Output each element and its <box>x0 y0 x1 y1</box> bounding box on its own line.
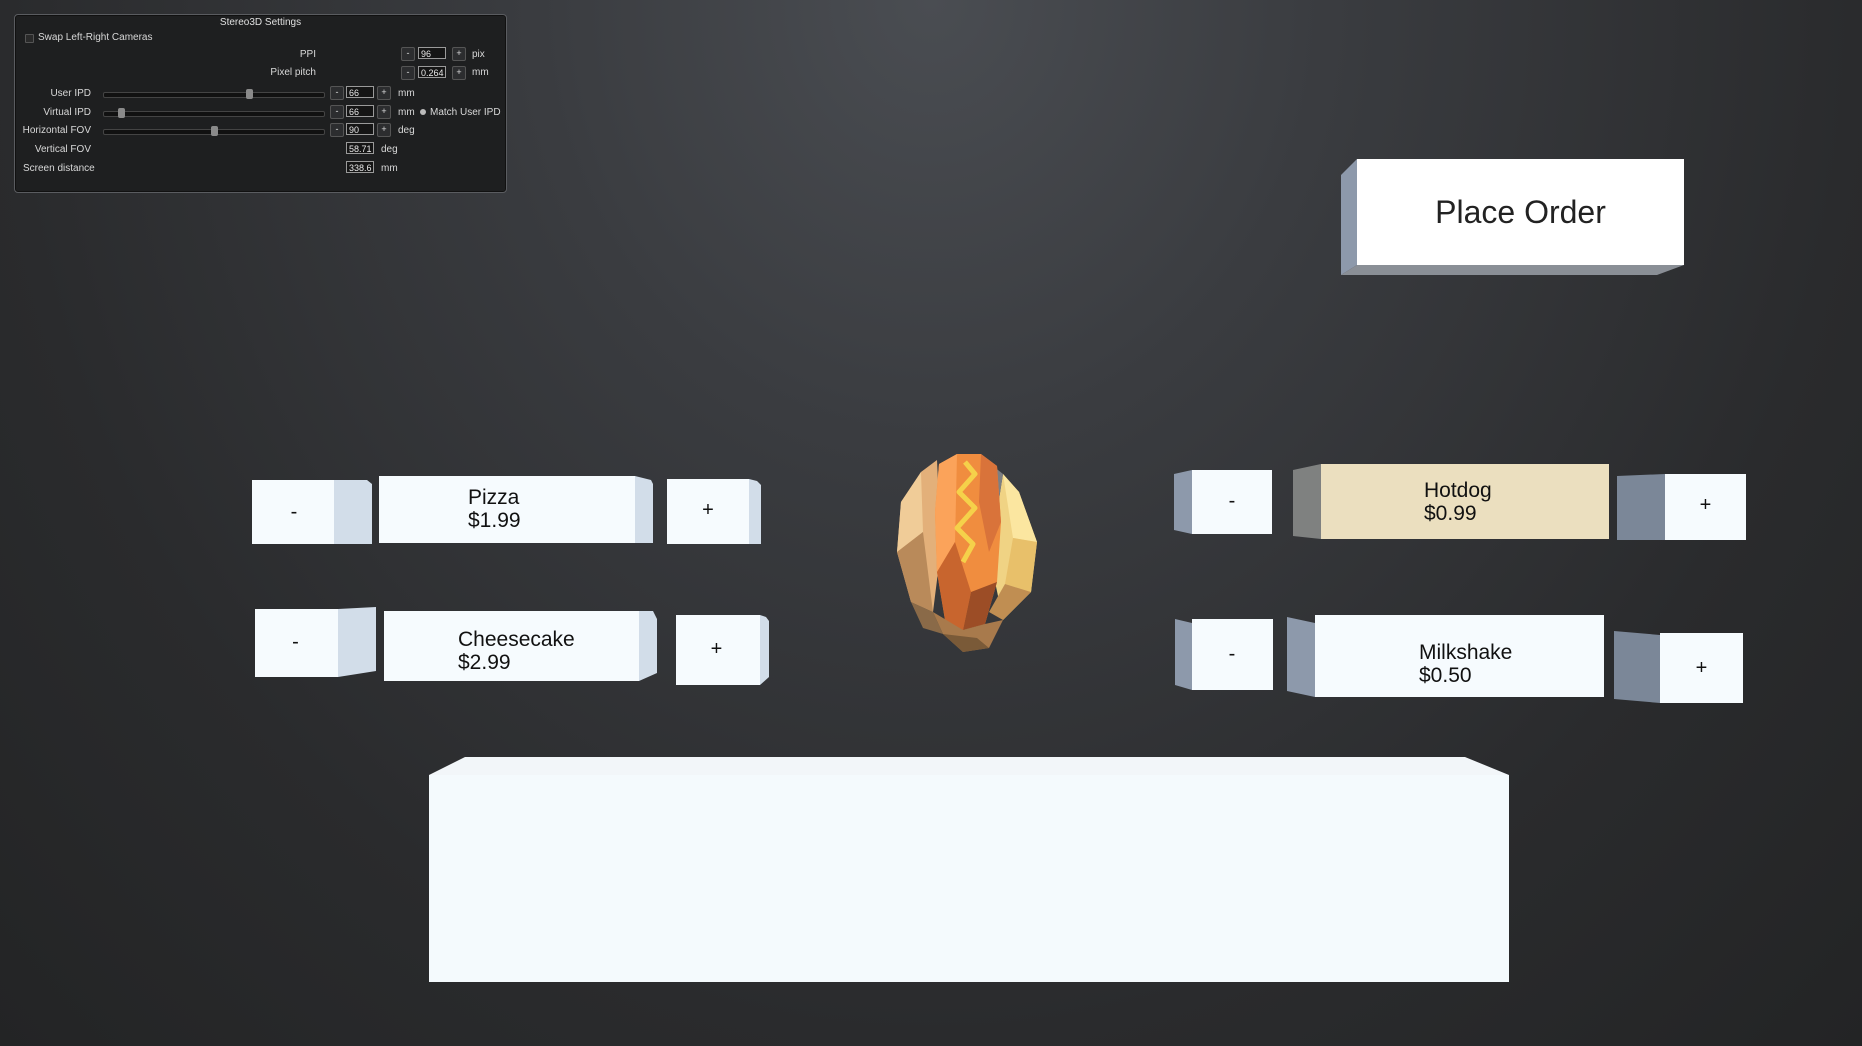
user-ipd-slider[interactable] <box>103 89 325 99</box>
pizza-minus-label: - <box>290 501 298 523</box>
hotdog-card-bevel <box>1293 464 1321 539</box>
cheesecake-card-bevel <box>639 611 657 681</box>
hotdog-item-card[interactable]: Hotdog $0.99 <box>1293 464 1609 539</box>
pizza-name: Pizza <box>468 486 520 509</box>
pizza-plus-label: + <box>702 499 714 521</box>
hotdog-model-icon <box>897 454 1037 652</box>
milkshake-plus-button[interactable]: + <box>1614 631 1743 703</box>
pizza-card-bevel <box>635 476 653 543</box>
milkshake-card-bevel <box>1287 617 1315 697</box>
horizontal-fov-label: Horizontal FOV <box>22 125 91 136</box>
hotdog-price: $0.99 <box>1424 502 1477 525</box>
milkshake-item-card[interactable]: Milkshake $0.50 <box>1287 615 1604 697</box>
pizza-minus-button[interactable]: - <box>252 479 372 544</box>
stereo3d-settings-panel: Stereo3D Settings Swap Left-Right Camera… <box>14 14 507 193</box>
pizza-plus-button[interactable]: + <box>667 479 761 544</box>
match-user-ipd-label: Match User IPD <box>430 107 501 118</box>
milkshake-minus-button[interactable]: - <box>1175 619 1273 690</box>
virtual-ipd-slider[interactable] <box>103 108 325 118</box>
screen-distance-unit: mm <box>381 163 398 174</box>
pixel-pitch-field[interactable]: 0.264 <box>418 66 446 78</box>
cheesecake-name: Cheesecake <box>458 628 575 651</box>
screen-distance-field: 338.6 <box>346 161 374 173</box>
order-summary-box <box>429 757 1509 982</box>
pixel-pitch-minus-button[interactable]: - <box>401 66 415 80</box>
cheesecake-price: $2.99 <box>458 651 511 674</box>
horizontal-fov-plus-button[interactable]: + <box>377 123 391 137</box>
user-ipd-label: User IPD <box>50 88 91 99</box>
user-ipd-field[interactable]: 66 <box>346 86 374 98</box>
order-summary-bevel <box>429 757 1509 982</box>
ppi-plus-button[interactable]: + <box>452 47 466 61</box>
screen-distance-label: Screen distance <box>23 163 95 174</box>
user-ipd-unit: mm <box>398 88 415 99</box>
horizontal-fov-field[interactable]: 90 <box>346 123 374 135</box>
hotdog-minus-label: - <box>1228 490 1236 512</box>
cheesecake-item-card[interactable]: Cheesecake $2.99 <box>384 611 657 681</box>
match-user-ipd-radio[interactable] <box>420 109 426 115</box>
horizontal-fov-slider[interactable] <box>103 126 325 136</box>
cheesecake-minus-button[interactable]: - <box>255 607 376 677</box>
swap-cameras-label: Swap Left-Right Cameras <box>38 32 153 43</box>
ppi-unit: pix <box>472 49 485 60</box>
place-order-label: Place Order <box>1357 159 1684 265</box>
virtual-ipd-slider-thumb[interactable] <box>118 108 125 118</box>
milkshake-minus-label: - <box>1228 643 1236 665</box>
milkshake-plus-label: + <box>1695 657 1708 679</box>
panel-title: Stereo3D Settings <box>219 17 302 28</box>
swap-cameras-checkbox[interactable] <box>25 34 34 43</box>
user-ipd-minus-button[interactable]: - <box>330 86 344 100</box>
milkshake-price: $0.50 <box>1419 664 1472 687</box>
cheesecake-minus-label: - <box>292 631 299 653</box>
pixel-pitch-plus-button[interactable]: + <box>452 66 466 80</box>
hotdog-plus-label: + <box>1699 494 1712 516</box>
place-order-button[interactable]: Place Order <box>1341 159 1684 275</box>
hotdog-name: Hotdog <box>1424 479 1492 502</box>
ppi-field[interactable]: 96 <box>418 47 446 59</box>
hotdog-plus-button[interactable]: + <box>1617 474 1746 540</box>
pizza-item-card[interactable]: Pizza $1.99 <box>379 476 653 543</box>
pixel-pitch-unit: mm <box>472 67 489 78</box>
horizontal-fov-slider-thumb[interactable] <box>211 126 218 136</box>
vertical-fov-unit: deg <box>381 144 398 155</box>
horizontal-fov-unit: deg <box>398 125 415 136</box>
virtual-ipd-plus-button[interactable]: + <box>377 105 391 119</box>
pizza-price: $1.99 <box>468 509 521 532</box>
vertical-fov-field: 58.71 <box>346 142 374 154</box>
hotdog-minus-button[interactable]: - <box>1174 470 1272 536</box>
vertical-fov-label: Vertical FOV <box>34 144 91 155</box>
user-ipd-slider-thumb[interactable] <box>246 89 253 99</box>
virtual-ipd-minus-button[interactable]: - <box>330 105 344 119</box>
ppi-minus-button[interactable]: - <box>401 47 415 61</box>
milkshake-name: Milkshake <box>1419 641 1513 664</box>
virtual-ipd-field[interactable]: 66 <box>346 105 374 117</box>
cheesecake-plus-label: + <box>710 638 723 660</box>
ppi-label: PPI <box>299 49 316 60</box>
virtual-ipd-label: Virtual IPD <box>43 107 91 118</box>
cheesecake-plus-button[interactable]: + <box>676 615 769 685</box>
user-ipd-plus-button[interactable]: + <box>377 86 391 100</box>
horizontal-fov-minus-button[interactable]: - <box>330 123 344 137</box>
virtual-ipd-unit: mm <box>398 107 415 118</box>
pixel-pitch-label: Pixel pitch <box>270 67 316 78</box>
